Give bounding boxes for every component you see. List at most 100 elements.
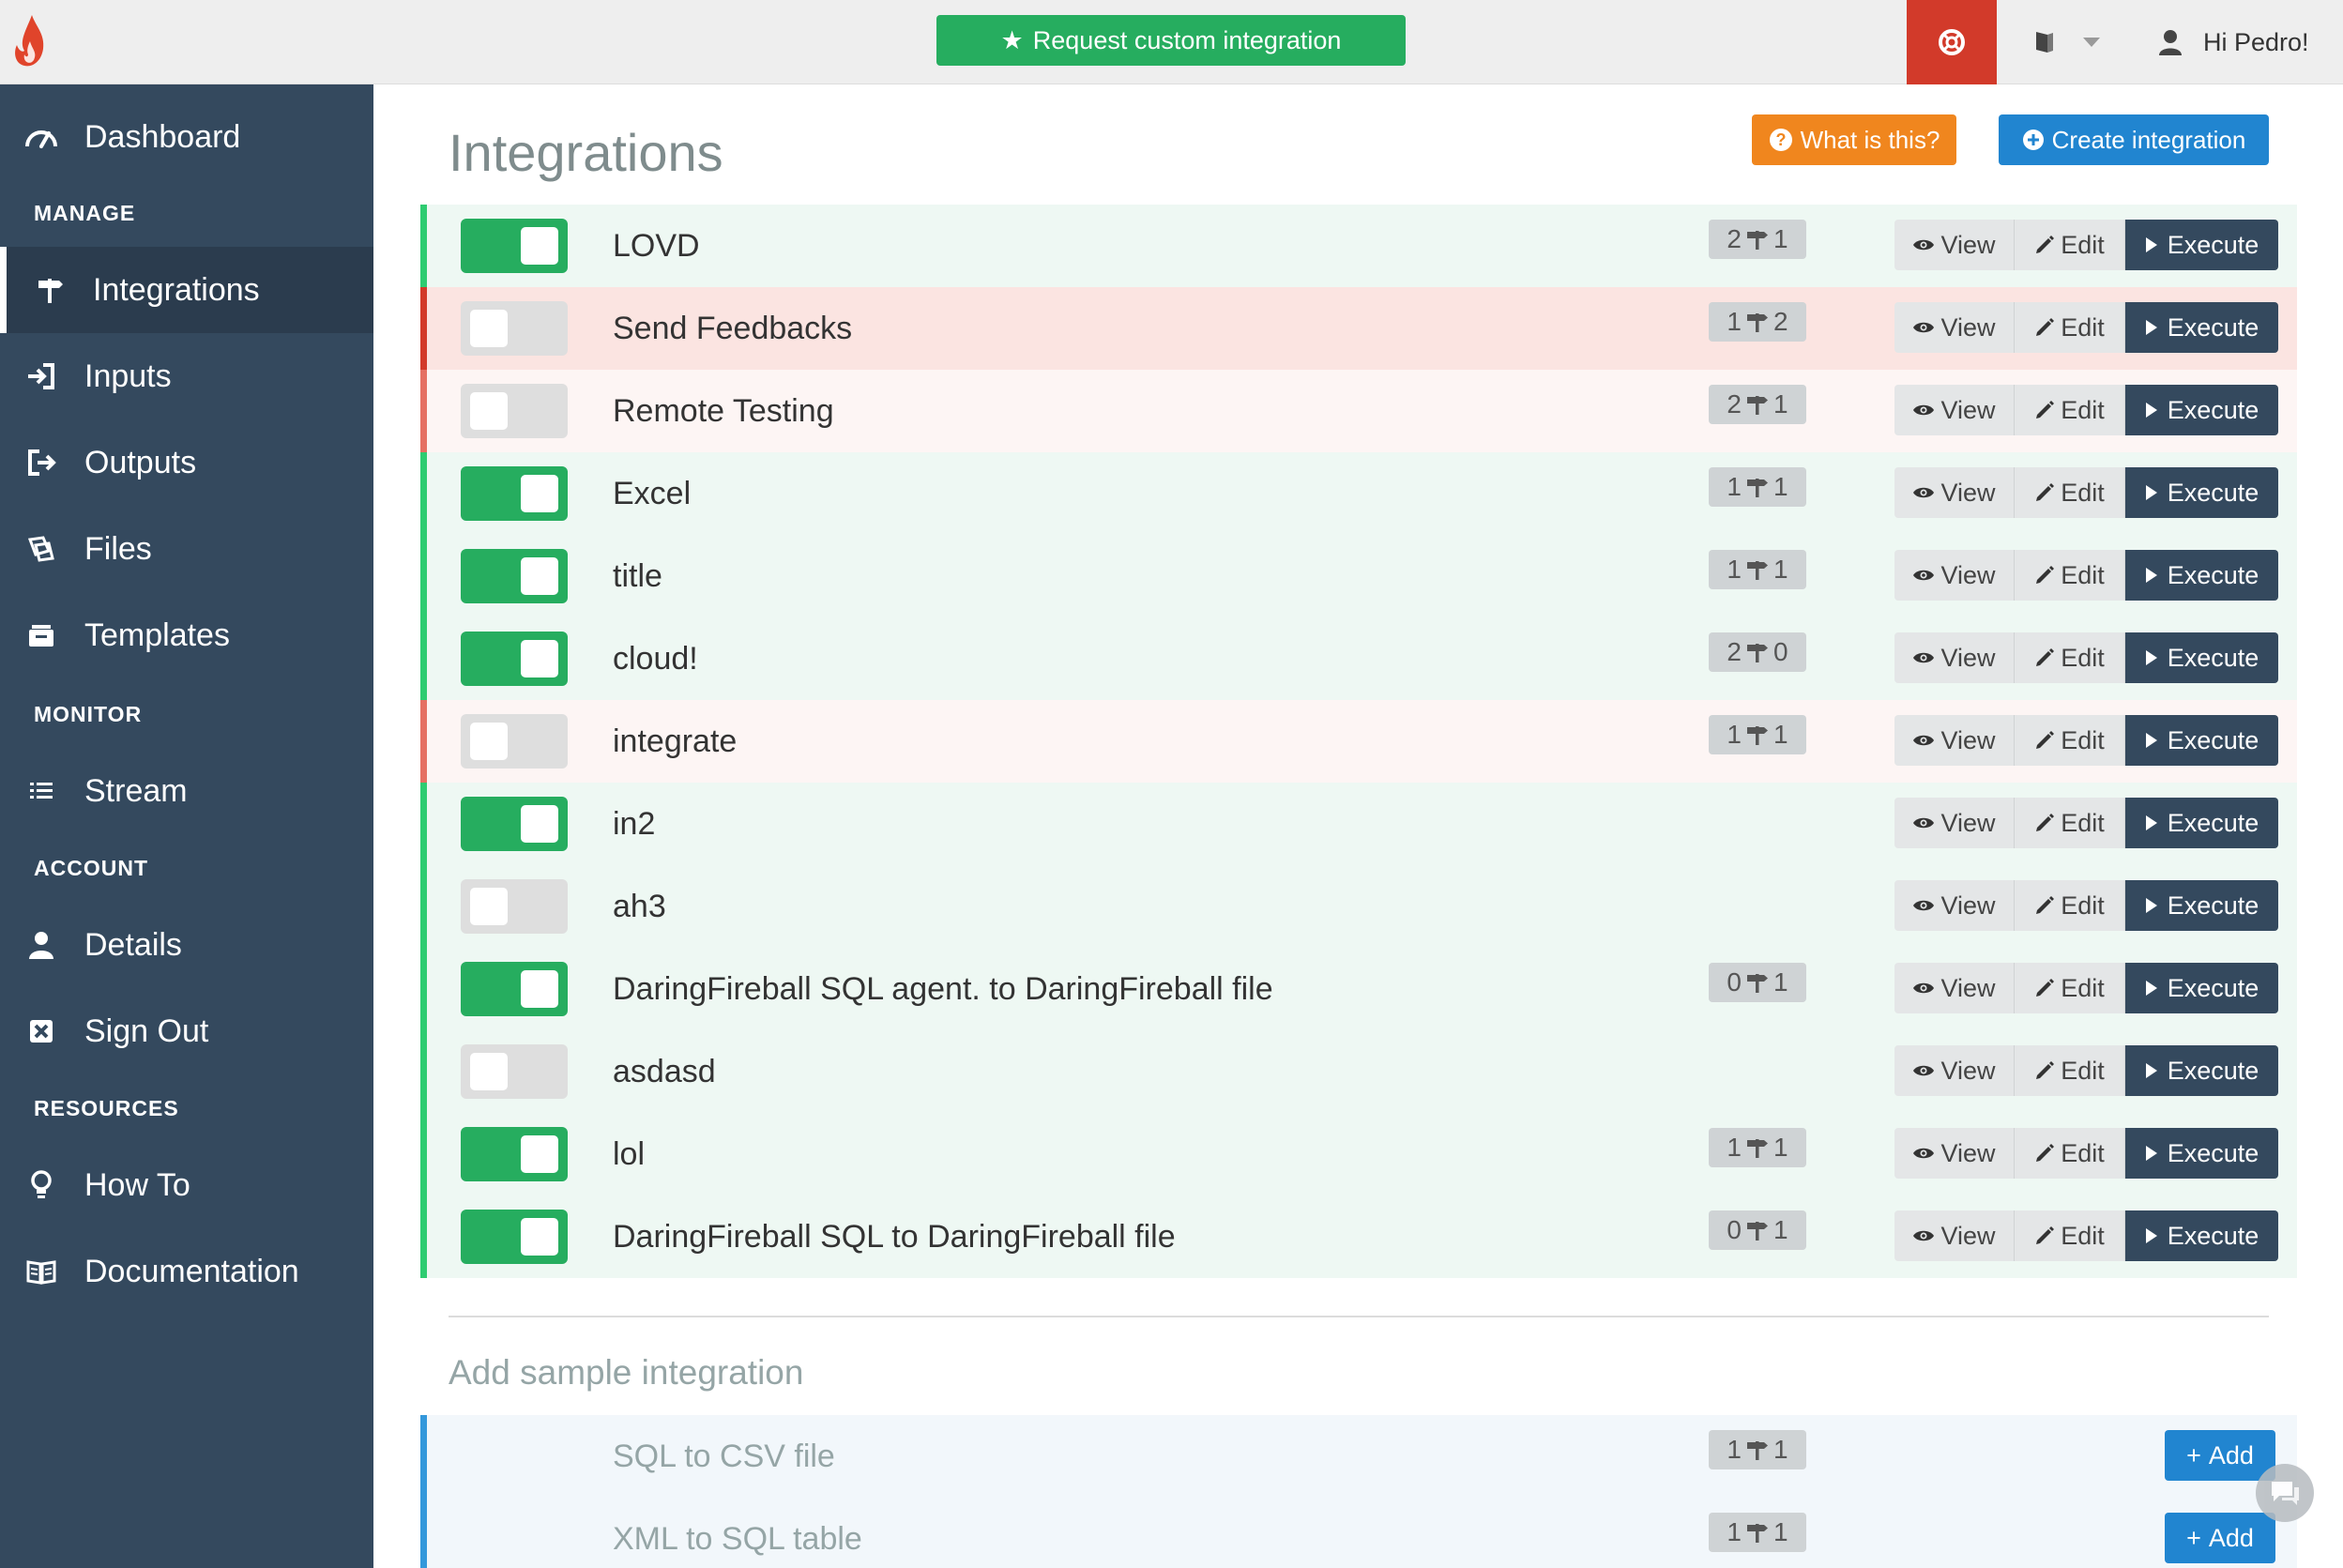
eye-icon: [1913, 817, 1935, 829]
view-button[interactable]: View: [1894, 880, 2015, 931]
edit-button[interactable]: Edit: [2015, 880, 2125, 931]
flame-logo-icon[interactable]: [11, 13, 49, 69]
sidebar-item-dashboard[interactable]: Dashboard: [0, 94, 373, 180]
toggle-knob: [470, 888, 508, 925]
enable-toggle[interactable]: [461, 1210, 568, 1264]
enable-toggle[interactable]: [461, 962, 568, 1016]
what-is-this-button[interactable]: ? What is this?: [1752, 114, 1956, 165]
edit-button[interactable]: Edit: [2015, 467, 2125, 518]
view-button[interactable]: View: [1894, 798, 2015, 848]
eye-icon: [1913, 322, 1935, 333]
row-actions: View Edit Execute: [1894, 220, 2278, 270]
add-sample-button[interactable]: + Add: [2165, 1430, 2275, 1481]
enable-toggle[interactable]: [461, 632, 568, 686]
edit-button[interactable]: Edit: [2015, 220, 2125, 270]
play-icon: [2145, 320, 2157, 335]
edit-button[interactable]: Edit: [2015, 1045, 2125, 1096]
request-custom-integration-button[interactable]: ★ Request custom integration: [936, 15, 1406, 66]
integration-name: Remote Testing: [613, 392, 834, 429]
view-button[interactable]: View: [1894, 632, 2015, 683]
execute-button[interactable]: Execute: [2125, 467, 2278, 518]
sidebar-item-sign-out[interactable]: Sign Out: [0, 988, 373, 1074]
sign-in-icon: [23, 358, 60, 395]
enable-toggle[interactable]: [461, 714, 568, 769]
edit-button[interactable]: Edit: [2015, 1210, 2125, 1261]
signpost-icon: [1747, 1222, 1768, 1241]
sidebar-item-how-to[interactable]: How To: [0, 1142, 373, 1228]
io-count-badge: 11: [1709, 1513, 1806, 1552]
execute-button[interactable]: Execute: [2125, 632, 2278, 683]
io-count-badge: 11: [1709, 715, 1806, 754]
signpost-icon: [1747, 1139, 1768, 1158]
view-button[interactable]: View: [1894, 467, 2015, 518]
enable-toggle[interactable]: [461, 301, 568, 356]
enable-toggle[interactable]: [461, 466, 568, 521]
user-icon: [2159, 30, 2182, 55]
enable-toggle[interactable]: [461, 879, 568, 934]
view-button[interactable]: View: [1894, 1045, 2015, 1096]
sidebar-item-label: How To: [84, 1166, 190, 1203]
book-dropdown[interactable]: [2016, 0, 2119, 84]
view-button[interactable]: View: [1894, 302, 2015, 353]
sidebar-item-files[interactable]: Files: [0, 506, 373, 592]
sidebar-item-inputs[interactable]: Inputs: [0, 333, 373, 419]
execute-button[interactable]: Execute: [2125, 550, 2278, 601]
enable-toggle[interactable]: [461, 219, 568, 273]
enable-toggle[interactable]: [461, 1044, 568, 1099]
book-icon: [2036, 32, 2053, 53]
edit-button[interactable]: Edit: [2015, 963, 2125, 1013]
edit-button[interactable]: Edit: [2015, 715, 2125, 766]
execute-button[interactable]: Execute: [2125, 1045, 2278, 1096]
execute-label: Execute: [2167, 560, 2259, 589]
enable-toggle[interactable]: [461, 549, 568, 603]
execute-label: Execute: [2167, 1138, 2259, 1167]
enable-toggle[interactable]: [461, 1127, 568, 1181]
output-count: 1: [1773, 1435, 1788, 1464]
view-button[interactable]: View: [1894, 1128, 2015, 1179]
execute-button[interactable]: Execute: [2125, 880, 2278, 931]
toggle-knob: [470, 310, 508, 347]
edit-button[interactable]: Edit: [2015, 550, 2125, 601]
chat-widget-button[interactable]: [2256, 1464, 2314, 1522]
sidebar-item-label: Dashboard: [84, 118, 241, 155]
execute-button[interactable]: Execute: [2125, 385, 2278, 435]
execute-button[interactable]: Execute: [2125, 715, 2278, 766]
sidebar-item-label: Documentation: [84, 1253, 299, 1289]
execute-button[interactable]: Execute: [2125, 220, 2278, 270]
pencil-icon: [2036, 401, 2055, 419]
execute-button[interactable]: Execute: [2125, 302, 2278, 353]
view-button[interactable]: View: [1894, 1210, 2015, 1261]
signpost-icon: [1747, 479, 1768, 497]
pencil-icon: [2036, 731, 2055, 749]
user-menu[interactable]: Hi Pedro!: [2158, 0, 2343, 84]
edit-button[interactable]: Edit: [2015, 302, 2125, 353]
view-button[interactable]: View: [1894, 220, 2015, 270]
view-button[interactable]: View: [1894, 715, 2015, 766]
view-label: View: [1940, 560, 1996, 589]
edit-button[interactable]: Edit: [2015, 1128, 2125, 1179]
view-button[interactable]: View: [1894, 963, 2015, 1013]
enable-toggle[interactable]: [461, 797, 568, 851]
create-integration-button[interactable]: Create integration: [1999, 114, 2269, 165]
output-count: 1: [1773, 555, 1788, 584]
sidebar-item-outputs[interactable]: Outputs: [0, 419, 373, 506]
enable-toggle[interactable]: [461, 384, 568, 438]
add-sample-button[interactable]: + Add: [2165, 1513, 2275, 1563]
execute-button[interactable]: Execute: [2125, 1210, 2278, 1261]
edit-button[interactable]: Edit: [2015, 798, 2125, 848]
sidebar-item-integrations[interactable]: Integrations: [0, 247, 373, 333]
execute-button[interactable]: Execute: [2125, 963, 2278, 1013]
pencil-icon: [2036, 318, 2055, 336]
view-button[interactable]: View: [1894, 385, 2015, 435]
execute-button[interactable]: Execute: [2125, 1128, 2278, 1179]
view-button[interactable]: View: [1894, 550, 2015, 601]
sidebar-item-templates[interactable]: Templates: [0, 592, 373, 678]
edit-button[interactable]: Edit: [2015, 385, 2125, 435]
sidebar-item-stream[interactable]: Stream: [0, 748, 373, 834]
sidebar-item-details[interactable]: Details: [0, 902, 373, 988]
sidebar-item-documentation[interactable]: Documentation: [0, 1228, 373, 1315]
help-button[interactable]: [1907, 0, 1997, 84]
edit-button[interactable]: Edit: [2015, 632, 2125, 683]
execute-button[interactable]: Execute: [2125, 798, 2278, 848]
integration-row: title 1 1 View Edit Execute: [420, 535, 2297, 617]
